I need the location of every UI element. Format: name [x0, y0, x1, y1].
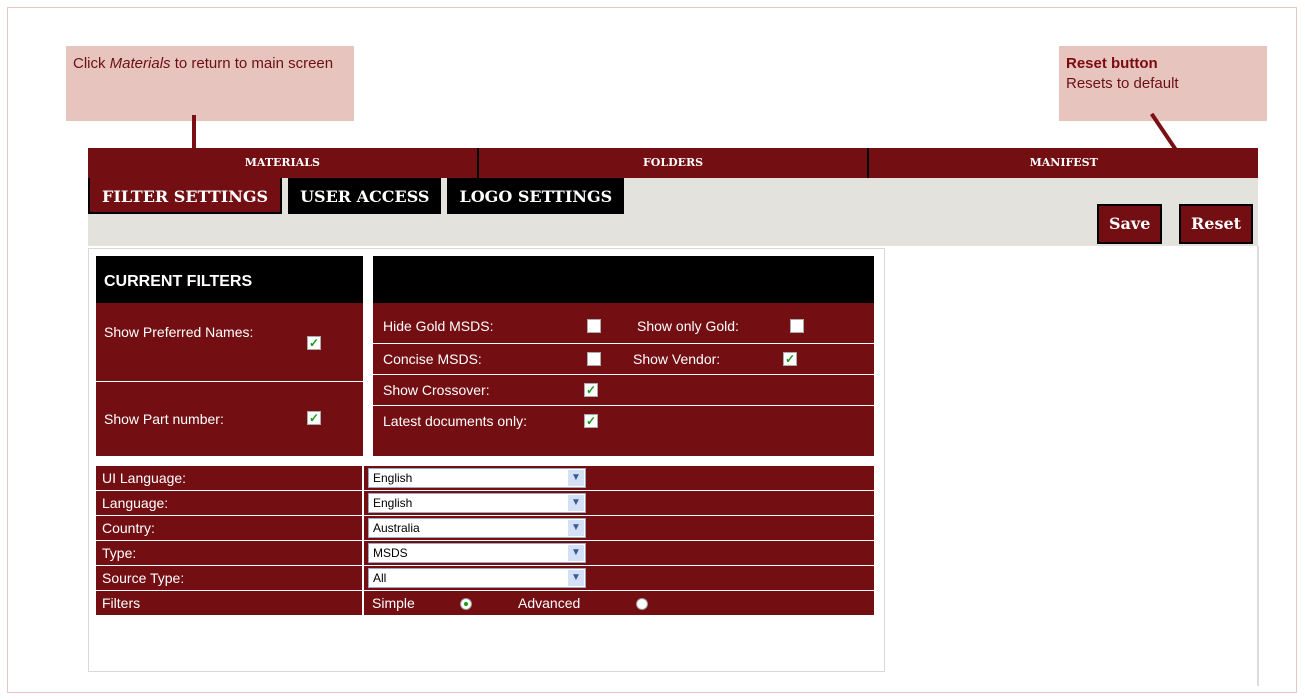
callout-materials: Click Materials to return to main screen: [66, 46, 354, 121]
current-filters-box: CURRENT FILTERS Show Preferred Names: ✓ …: [96, 256, 363, 456]
filters-row: Filters Simple Advanced: [96, 591, 874, 615]
reset-button[interactable]: Reset: [1179, 204, 1254, 244]
chevron-down-icon[interactable]: ▼: [568, 470, 584, 486]
advanced-label: Advanced: [518, 595, 581, 611]
checkmark-icon: ✓: [308, 411, 320, 425]
chevron-down-icon[interactable]: ▼: [568, 495, 584, 511]
source-type-select[interactable]: All ▼: [368, 568, 586, 588]
language-label: Language:: [102, 495, 169, 511]
checkmark-icon: ✓: [585, 383, 597, 397]
country-row: Country: Australia ▼: [96, 516, 874, 540]
show-crossover-label: Show Crossover:: [383, 382, 490, 398]
tab-filter-settings[interactable]: FILTER SETTINGS: [88, 178, 283, 214]
show-preferred-names-row: Show Preferred Names: ✓: [96, 305, 363, 382]
settings-tabs: FILTER SETTINGS USER ACCESS LOGO SETTING…: [88, 178, 625, 214]
simple-label: Simple: [372, 595, 415, 611]
cell-divider: [362, 541, 364, 565]
callout-materials-prefix: Click: [73, 55, 110, 72]
cell-divider: [362, 491, 364, 515]
ui-language-row: UI Language: English ▼: [96, 466, 874, 490]
country-label: Country:: [102, 520, 155, 536]
callout-reset-title: Reset button: [1066, 55, 1158, 72]
concise-msds-label: Concise MSDS:: [383, 351, 482, 367]
language-value: English: [373, 496, 413, 510]
cell-divider: [362, 466, 364, 490]
ui-language-label: UI Language:: [102, 470, 187, 486]
source-type-label: Source Type:: [102, 570, 185, 586]
cell-divider: [362, 591, 364, 615]
save-button[interactable]: Save: [1097, 204, 1163, 244]
hide-gold-msds-checkbox[interactable]: [587, 319, 601, 333]
callout-materials-emphasis: Materials: [109, 55, 171, 72]
latest-documents-row: Latest documents only: ✓: [373, 405, 874, 435]
concise-msds-checkbox[interactable]: [587, 352, 601, 366]
cell-divider: [362, 516, 364, 540]
show-part-number-row: Show Part number: ✓: [96, 382, 363, 456]
hide-gold-msds-label: Hide Gold MSDS:: [383, 318, 494, 334]
nav-manifest[interactable]: MANIFEST: [869, 148, 1259, 178]
latest-documents-checkbox[interactable]: ✓: [584, 414, 598, 428]
chevron-down-icon[interactable]: ▼: [568, 545, 584, 561]
ui-language-value: English: [373, 471, 413, 485]
checkmark-icon: ✓: [585, 414, 597, 428]
filters-label: Filters: [102, 595, 141, 611]
callout-materials-suffix: to return to main screen: [170, 55, 334, 72]
content-divider: [1257, 246, 1259, 686]
show-preferred-names-label: Show Preferred Names:: [104, 324, 254, 340]
display-filters-header: [373, 256, 874, 303]
tab-logo-settings[interactable]: LOGO SETTINGS: [447, 178, 625, 214]
show-part-number-checkbox[interactable]: ✓: [307, 411, 321, 425]
source-type-value: All: [373, 571, 387, 585]
show-vendor-checkbox[interactable]: ✓: [783, 352, 797, 366]
show-part-number-label: Show Part number:: [104, 411, 224, 427]
country-select[interactable]: Australia ▼: [368, 518, 586, 538]
advanced-radio[interactable]: [636, 598, 648, 610]
chevron-down-icon[interactable]: ▼: [568, 520, 584, 536]
checkmark-icon: ✓: [784, 352, 796, 366]
latest-documents-label: Latest documents only:: [383, 413, 527, 429]
type-label: Type:: [102, 545, 137, 561]
show-vendor-label: Show Vendor:: [633, 351, 721, 367]
top-nav: MATERIALS FOLDERS MANIFEST: [88, 148, 1259, 178]
source-type-row: Source Type: All ▼: [96, 566, 874, 590]
simple-radio[interactable]: [460, 598, 472, 610]
country-value: Australia: [373, 521, 420, 535]
type-select[interactable]: MSDS ▼: [368, 543, 586, 563]
show-crossover-checkbox[interactable]: ✓: [584, 383, 598, 397]
gold-filters-row: Hide Gold MSDS: Show only Gold:: [373, 311, 874, 341]
nav-folders[interactable]: FOLDERS: [478, 148, 870, 178]
cell-divider: [362, 566, 364, 590]
settings-table: UI Language: English ▼ Language: English…: [96, 466, 874, 658]
type-row: Type: MSDS ▼: [96, 541, 874, 565]
language-row: Language: English ▼: [96, 491, 874, 515]
callout-reset: Reset button Resets to default: [1059, 46, 1267, 121]
tab-user-access[interactable]: USER ACCESS: [288, 178, 442, 214]
ui-language-select[interactable]: English ▼: [368, 468, 586, 488]
nav-materials[interactable]: MATERIALS: [88, 148, 479, 178]
current-filters-title: CURRENT FILTERS: [96, 256, 363, 303]
type-value: MSDS: [373, 546, 408, 560]
checkmark-icon: ✓: [308, 336, 320, 350]
show-only-gold-label: Show only Gold:: [637, 318, 739, 334]
concise-vendor-row: Concise MSDS: Show Vendor: ✓: [373, 343, 874, 373]
show-only-gold-checkbox[interactable]: [790, 319, 804, 333]
settings-toolbar: FILTER SETTINGS USER ACCESS LOGO SETTING…: [88, 178, 1258, 246]
show-crossover-row: Show Crossover: ✓: [373, 374, 874, 404]
callout-reset-text: Resets to default: [1066, 75, 1179, 92]
chevron-down-icon[interactable]: ▼: [568, 570, 584, 586]
display-filters-box: Hide Gold MSDS: Show only Gold: Concise …: [373, 256, 874, 456]
show-preferred-names-checkbox[interactable]: ✓: [307, 336, 321, 350]
language-select[interactable]: English ▼: [368, 493, 586, 513]
